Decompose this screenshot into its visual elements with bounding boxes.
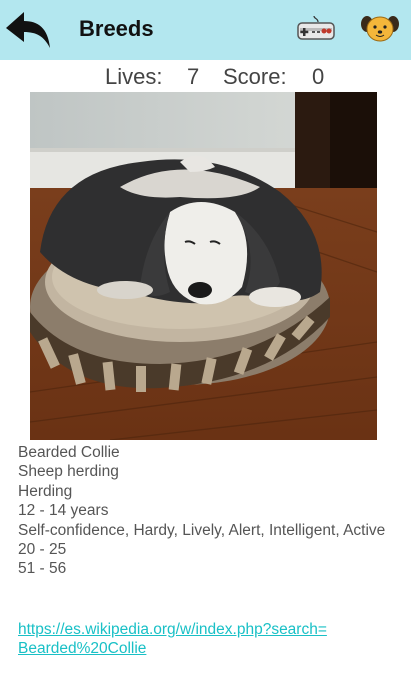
- score-label: Score:: [223, 64, 287, 89]
- breed-temperament: Self-confidence, Hardy, Lively, Alert, I…: [18, 521, 386, 539]
- breed-name: Bearded Collie: [18, 444, 120, 461]
- stats-bar: Lives: 7 Score: 0: [0, 64, 411, 92]
- dog-photo-illustration: [30, 92, 377, 440]
- breed-info: Bearded Collie Sheep herding Herding 12 …: [18, 443, 393, 579]
- breed-weight: 20 - 25: [18, 541, 67, 559]
- back-button[interactable]: [4, 8, 54, 52]
- score-value: 0: [312, 64, 325, 89]
- dog-photo: [30, 92, 377, 440]
- app-bar: Breeds: [0, 0, 411, 60]
- game-controller-button[interactable]: [296, 15, 336, 42]
- wikipedia-link[interactable]: https://es.wikipedia.org/w/index.php?sea…: [18, 620, 378, 659]
- app-screen: Breeds Lives: 7 Score: 0 Bearded Collie …: [0, 0, 411, 698]
- page-title: Breeds: [79, 16, 154, 41]
- lives-value: 7: [187, 64, 200, 89]
- wikipedia-link-line-1[interactable]: https://es.wikipedia.org/w/index.php?sea…: [18, 620, 378, 639]
- wikipedia-link-line-2[interactable]: Bearded%20Collie: [18, 639, 378, 658]
- breed-group: Herding: [18, 482, 73, 500]
- game-controller-icon: [297, 15, 335, 40]
- breed-height: 51 - 56: [18, 560, 67, 578]
- mascot-button[interactable]: [361, 14, 399, 44]
- dog-face-icon: [361, 16, 399, 42]
- back-arrow-icon: [6, 12, 50, 48]
- breed-life-span: 12 - 14 years: [18, 502, 109, 520]
- breed-bred-for: Sheep herding: [18, 463, 119, 481]
- lives-label: Lives:: [105, 64, 163, 89]
